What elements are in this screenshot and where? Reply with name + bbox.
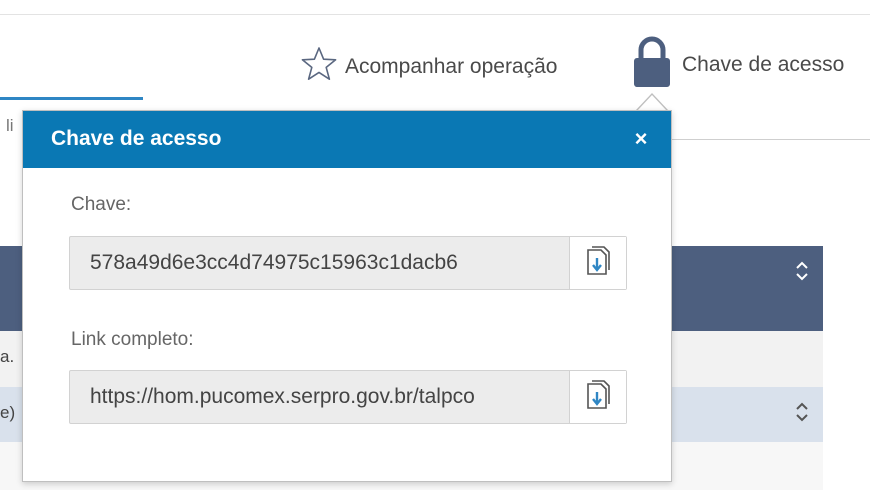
close-icon[interactable]: × (629, 126, 653, 152)
key-input[interactable] (70, 237, 568, 289)
copy-key-button[interactable] (569, 237, 626, 289)
access-key-popover: Chave de acesso × Chave: Link completo: (22, 110, 672, 482)
popover-arrow-fill (637, 95, 667, 111)
link-field-label: Link completo: (71, 329, 194, 350)
key-field-label: Chave: (71, 194, 132, 215)
copy-icon (585, 245, 611, 282)
table-cell: a. (0, 347, 15, 366)
sort-icon[interactable] (795, 401, 809, 428)
copy-link-button[interactable] (569, 371, 626, 423)
link-input[interactable] (70, 371, 568, 423)
follow-operation-link[interactable]: Acompanhar operação (301, 46, 557, 88)
copy-icon (585, 379, 611, 416)
background-tab-underline (0, 97, 143, 100)
link-field (69, 370, 627, 424)
follow-operation-label: Acompanhar operação (345, 55, 558, 78)
background-divider (670, 139, 870, 140)
access-key-link[interactable]: Chave de acesso (632, 36, 844, 94)
access-key-label: Chave de acesso (682, 53, 845, 76)
sort-icon[interactable] (795, 260, 809, 287)
lock-icon (632, 36, 672, 94)
table-cell: e) (0, 403, 16, 422)
background-tab-label[interactable]: li (6, 116, 14, 136)
top-divider (0, 14, 870, 15)
popover-title: Chave de acesso (51, 127, 222, 150)
popover-header: Chave de acesso × (23, 111, 671, 168)
action-bar: Acompanhar operação Chave de acesso (0, 36, 870, 96)
key-field (69, 236, 627, 290)
star-icon (301, 46, 337, 88)
